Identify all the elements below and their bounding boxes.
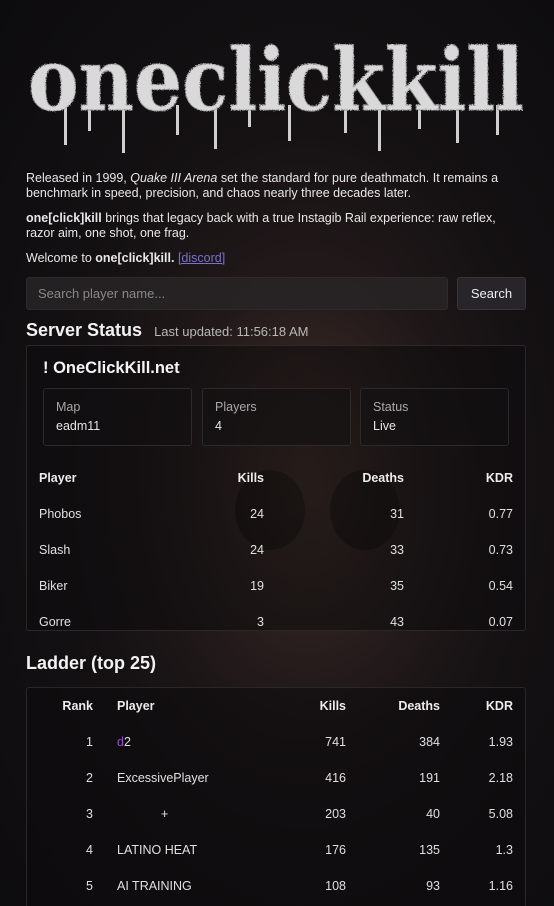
- discord-link[interactable]: [discord]: [178, 251, 225, 265]
- table-row[interactable]: 5 AI TRAINING 108 93 1.16: [27, 868, 525, 904]
- kills: 108: [325, 879, 346, 893]
- table-row[interactable]: Biker 19 35 0.54: [27, 568, 525, 604]
- server-card: ! OneClickKill.net Map eadm11 Players 4 …: [26, 345, 526, 631]
- stat-label: Status: [373, 400, 409, 414]
- kdr: 0.07: [488, 615, 513, 629]
- kdr: 0.77: [488, 507, 513, 521]
- player-name-prefix: d: [117, 735, 124, 749]
- kdr: 2.18: [488, 771, 513, 785]
- stat-label: Map: [56, 400, 81, 414]
- welcome-brand: one[click]kill.: [95, 251, 175, 265]
- stat-value: 4: [215, 419, 222, 433]
- stat-players: Players 4: [202, 388, 351, 446]
- server-status-title: Server Status: [26, 320, 143, 340]
- table-header-row: Rank Player Kills Deaths KDR: [27, 688, 525, 724]
- table-row[interactable]: 4 LATINO HEAT 176 135 1.3: [27, 832, 525, 868]
- rank: 5: [86, 879, 93, 893]
- col-player[interactable]: Player: [105, 688, 275, 724]
- col-kdr[interactable]: KDR: [405, 460, 525, 496]
- intro-paragraph-3: Welcome to one[click]kill. [discord]: [26, 251, 526, 266]
- player-name[interactable]: Biker: [27, 568, 149, 604]
- table-row[interactable]: 1 d2 741 384 1.93: [27, 724, 525, 760]
- ladder-header: Ladder (top 25): [26, 653, 526, 677]
- search-input[interactable]: [26, 277, 448, 310]
- players-table: Player Kills Deaths KDR Phobos 24 31 0.7…: [27, 460, 525, 640]
- intro-brand: one[click]kill: [26, 211, 102, 225]
- player-name[interactable]: Gorre: [27, 604, 149, 640]
- player-name[interactable]: Slash: [27, 532, 149, 568]
- rank: 2: [86, 771, 93, 785]
- kills: 19: [250, 579, 264, 593]
- col-deaths[interactable]: Deaths: [265, 460, 405, 496]
- table-row[interactable]: 3 + 203 40 5.08: [27, 796, 525, 832]
- player-name[interactable]: AI TRAINING: [105, 868, 275, 904]
- kdr: 1.16: [488, 879, 513, 893]
- player-name[interactable]: Phobos: [27, 496, 149, 532]
- welcome-text: Welcome to: [26, 251, 96, 265]
- intro-p1-start: Released in 1999,: [26, 171, 131, 185]
- stat-value: Live: [373, 419, 396, 433]
- table-row[interactable]: Slash 24 33 0.73: [27, 532, 525, 568]
- deaths: 35: [390, 579, 404, 593]
- deaths: 31: [390, 507, 404, 521]
- player-name[interactable]: ExcessivePlayer: [105, 760, 275, 796]
- intro-paragraph-1: Released in 1999, Quake III Arena set th…: [26, 171, 526, 201]
- table-row[interactable]: Gorre 3 43 0.07: [27, 604, 525, 640]
- kills: 203: [325, 807, 346, 821]
- search-bar: Search: [26, 277, 526, 310]
- table-row[interactable]: 2 ExcessivePlayer 416 191 2.18: [27, 760, 525, 796]
- kdr: 1.93: [488, 735, 513, 749]
- kills: 176: [325, 843, 346, 857]
- table-header-row: Player Kills Deaths KDR: [27, 460, 525, 496]
- ladder-card: Rank Player Kills Deaths KDR 1 d2 741 38…: [26, 687, 526, 906]
- ladder-table: Rank Player Kills Deaths KDR 1 d2 741 38…: [27, 688, 525, 904]
- kills: 3: [257, 615, 264, 629]
- stat-status: Status Live: [360, 388, 509, 446]
- col-kills[interactable]: Kills: [149, 460, 265, 496]
- ladder-title: Ladder (top 25): [26, 653, 157, 673]
- deaths: 191: [419, 771, 440, 785]
- deaths: 33: [390, 543, 404, 557]
- deaths: 135: [419, 843, 440, 857]
- kills: 24: [250, 543, 264, 557]
- server-name: ! OneClickKill.net: [43, 359, 180, 377]
- intro-game-title: Quake III Arena: [130, 171, 218, 185]
- player-name[interactable]: d2: [105, 724, 275, 760]
- deaths: 384: [419, 735, 440, 749]
- deaths: 43: [390, 615, 404, 629]
- kdr: 5.08: [488, 807, 513, 821]
- stat-value: eadm11: [56, 419, 101, 433]
- rank: 4: [86, 843, 93, 857]
- table-row[interactable]: Phobos 24 31 0.77: [27, 496, 525, 532]
- deaths: 93: [426, 879, 440, 893]
- col-kills[interactable]: Kills: [275, 688, 347, 724]
- kdr: 0.73: [488, 543, 513, 557]
- rank: 1: [86, 735, 93, 749]
- player-name[interactable]: LATINO HEAT: [105, 832, 275, 868]
- player-name-text: 2: [123, 735, 131, 749]
- rank: 3: [86, 807, 93, 821]
- col-kdr[interactable]: KDR: [441, 688, 525, 724]
- kdr: 0.54: [488, 579, 513, 593]
- stat-label: Players: [215, 400, 257, 414]
- logo-text: oneclickkill: [28, 30, 524, 131]
- col-player[interactable]: Player: [27, 460, 149, 496]
- search-button[interactable]: Search: [457, 277, 526, 310]
- site-logo: oneclickkill: [28, 30, 525, 153]
- col-rank[interactable]: Rank: [27, 688, 105, 724]
- intro-paragraph-2: one[click]kill brings that legacy back w…: [26, 211, 526, 241]
- kills: 741: [325, 735, 346, 749]
- main-column: oneclickkill Released in 1999, Quake III…: [26, 0, 526, 906]
- kdr: 1.3: [495, 843, 513, 857]
- kills: 416: [325, 771, 346, 785]
- stat-map: Map eadm11: [43, 388, 192, 446]
- col-deaths[interactable]: Deaths: [347, 688, 441, 724]
- kills: 24: [250, 507, 264, 521]
- intro-text: Released in 1999, Quake III Arena set th…: [26, 171, 526, 266]
- player-name[interactable]: +: [105, 796, 275, 832]
- deaths: 40: [426, 807, 440, 821]
- server-status-header: Server Status Last updated: 11:56:18 AM: [26, 320, 526, 345]
- last-updated: Last updated: 11:56:18 AM: [154, 324, 309, 339]
